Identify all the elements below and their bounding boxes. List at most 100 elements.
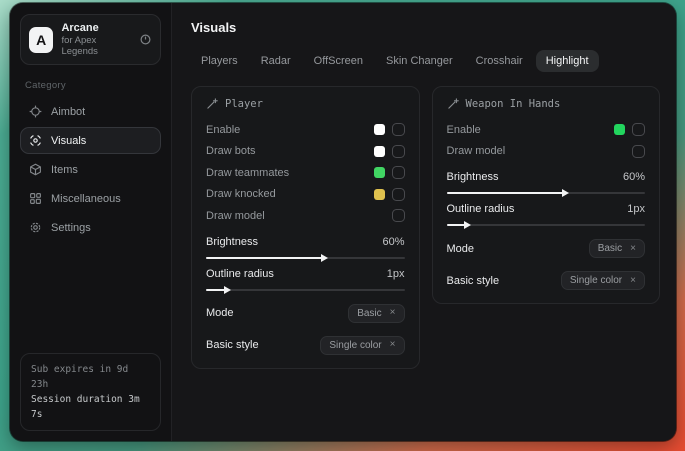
sidebar-item-label: Miscellaneous (51, 193, 121, 205)
mode-pill[interactable]: Basic × (348, 304, 404, 323)
basic-style-select-row: Basic style Single color × (206, 336, 405, 355)
sidebar-item-label: Items (51, 164, 78, 176)
toggle-label: Draw bots (206, 145, 256, 157)
panels-row: Player Enable Draw bots (191, 86, 660, 369)
checkbox[interactable] (392, 209, 405, 222)
panel-title: Weapon In Hands (466, 98, 561, 110)
remove-tag-icon[interactable]: × (630, 244, 636, 254)
slider-thumb[interactable] (321, 254, 328, 262)
main-content: Visuals Players Radar OffScreen Skin Cha… (172, 3, 676, 441)
weapon-in-hands-panel: Weapon In Hands Enable Draw model (432, 86, 661, 304)
app-subtitle: for Apex Legends (61, 35, 131, 57)
color-swatch[interactable] (614, 124, 625, 135)
slider-track[interactable] (206, 257, 405, 259)
tab-radar[interactable]: Radar (251, 50, 301, 72)
select-label: Basic style (206, 339, 259, 351)
slider-value: 1px (387, 268, 405, 280)
slider-thumb[interactable] (562, 189, 569, 197)
toggle-label: Enable (206, 124, 240, 136)
wand-icon (447, 98, 459, 110)
slider-label: Brightness (447, 171, 499, 183)
checkbox[interactable] (392, 188, 405, 201)
page-title: Visuals (191, 20, 660, 35)
grid-icon (29, 192, 42, 205)
color-swatch[interactable] (374, 124, 385, 135)
tab-crosshair[interactable]: Crosshair (466, 50, 533, 72)
remove-tag-icon[interactable]: × (630, 276, 636, 286)
toggle-row: Enable (447, 119, 646, 141)
tab-highlight[interactable]: Highlight (536, 50, 599, 72)
toggle-label: Draw knocked (206, 188, 276, 200)
app-window: A Arcane for Apex Legends Category (10, 3, 676, 441)
sidebar-item-visuals[interactable]: Visuals (20, 127, 161, 154)
slider-fill (206, 257, 325, 259)
sidebar-item-aimbot[interactable]: Aimbot (20, 98, 161, 125)
subscription-card: Sub expires in 9d 23h Session duration 3… (20, 353, 161, 431)
slider-label: Outline radius (206, 268, 274, 280)
color-swatch[interactable] (374, 189, 385, 200)
slider-value: 60% (382, 236, 404, 248)
app-name: Arcane (61, 22, 131, 34)
slider-value: 60% (623, 171, 645, 183)
app-logo: A (29, 27, 53, 53)
toggle-label: Enable (447, 124, 481, 136)
remove-tag-icon[interactable]: × (390, 340, 396, 350)
sidebar: A Arcane for Apex Legends Category (10, 3, 172, 441)
tab-skin-changer[interactable]: Skin Changer (376, 50, 463, 72)
toggle-row: Draw bots (206, 141, 405, 163)
tab-players[interactable]: Players (191, 50, 248, 72)
outline-radius-slider-group: Outline radius 1px (206, 268, 405, 291)
pill-value: Single color (570, 275, 622, 286)
scan-eye-icon (29, 134, 42, 147)
sidebar-item-settings[interactable]: Settings (20, 214, 161, 241)
pill-value: Basic (598, 243, 622, 254)
basic-style-select-row: Basic style Single color × (447, 271, 646, 290)
tab-offscreen[interactable]: OffScreen (304, 50, 373, 72)
basic-style-pill[interactable]: Single color × (320, 336, 404, 355)
gear-icon (29, 221, 42, 234)
checkbox[interactable] (392, 145, 405, 158)
cube-icon (29, 163, 42, 176)
checkbox[interactable] (632, 145, 645, 158)
checkbox[interactable] (392, 166, 405, 179)
mode-pill[interactable]: Basic × (589, 239, 645, 258)
sidebar-nav: Aimbot Visuals (20, 98, 161, 241)
player-panel-header: Player (206, 98, 405, 110)
session-duration-text: Session duration 3m 7s (31, 392, 150, 422)
checkbox[interactable] (392, 123, 405, 136)
crosshair-icon (29, 105, 42, 118)
slider-label: Brightness (206, 236, 258, 248)
brightness-slider-group: Brightness 60% (206, 236, 405, 259)
desktop-background: A Arcane for Apex Legends Category (0, 0, 685, 451)
checkbox[interactable] (632, 123, 645, 136)
slider-thumb[interactable] (224, 286, 231, 294)
brightness-slider-group: Brightness 60% (447, 171, 646, 194)
sidebar-item-miscellaneous[interactable]: Miscellaneous (20, 185, 161, 212)
power-icon[interactable] (139, 33, 152, 46)
tab-bar: Players Radar OffScreen Skin Changer Cro… (191, 50, 660, 72)
color-swatch[interactable] (374, 146, 385, 157)
toggle-label: Draw model (447, 145, 506, 157)
slider-thumb[interactable] (464, 221, 471, 229)
toggle-row: Draw teammates (206, 162, 405, 184)
mode-select-row: Mode Basic × (447, 239, 646, 258)
category-label: Category (25, 80, 156, 91)
color-swatch[interactable] (374, 167, 385, 178)
basic-style-pill[interactable]: Single color × (561, 271, 645, 290)
select-label: Mode (206, 307, 234, 319)
toggle-row: Enable (206, 119, 405, 141)
remove-tag-icon[interactable]: × (390, 308, 396, 318)
sub-expires-text: Sub expires in 9d 23h (31, 362, 150, 392)
slider-track[interactable] (206, 289, 405, 291)
player-panel: Player Enable Draw bots (191, 86, 420, 369)
slider-track[interactable] (447, 224, 646, 226)
account-card[interactable]: A Arcane for Apex Legends (20, 14, 161, 65)
sidebar-item-label: Visuals (51, 135, 86, 147)
sidebar-item-label: Settings (51, 222, 91, 234)
wand-icon (206, 98, 218, 110)
slider-track[interactable] (447, 192, 646, 194)
sidebar-item-items[interactable]: Items (20, 156, 161, 183)
toggle-label: Draw teammates (206, 167, 289, 179)
account-text: Arcane for Apex Legends (61, 22, 131, 57)
select-label: Mode (447, 243, 475, 255)
